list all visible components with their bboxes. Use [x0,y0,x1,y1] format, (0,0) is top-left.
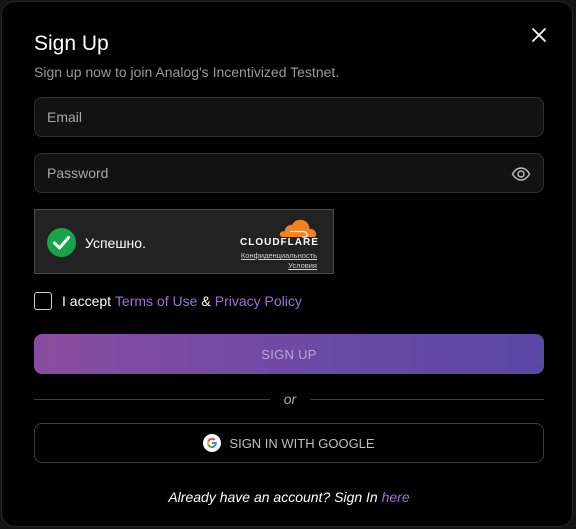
eye-icon[interactable] [511,164,531,184]
captcha-status-text: Успешно. [85,235,146,251]
terms-checkbox[interactable] [34,291,52,310]
email-field-wrapper [34,97,544,137]
terms-of-use-link[interactable]: Terms of Use [115,293,197,309]
captcha-privacy-link[interactable]: Конфиденциальность [241,251,317,260]
signin-prompt-text: Already have an account? Sign In [168,489,378,505]
privacy-policy-link[interactable]: Privacy Policy [215,293,302,309]
password-field-wrapper [34,153,544,193]
terms-ampersand: & [201,292,211,309]
cloudflare-brand: CLOUDFLARE [240,237,319,248]
modal-title: Sign Up [34,32,109,55]
captcha-terms-link[interactable]: Условия [288,261,317,270]
signin-here-link[interactable]: here [382,489,410,505]
cloudflare-captcha-widget: Успешно. CLOUDFLARE Конфиденциальность У… [34,209,334,274]
cloudflare-logo-icon [278,218,318,238]
password-input[interactable] [35,154,499,192]
google-button-label: SIGN IN WITH GOOGLE [229,435,375,451]
modal-subtitle: Sign up now to join Analog's Incentivize… [34,64,340,80]
signup-button[interactable]: SIGN UP [34,334,544,374]
email-input[interactable] [35,98,499,136]
google-icon [203,434,222,452]
google-signin-button[interactable]: SIGN IN WITH GOOGLE [34,423,544,463]
terms-prefix: I accept [62,292,112,309]
divider-line-right [310,399,544,400]
signin-prompt: Already have an account? Sign In here [2,489,576,505]
signup-modal: Sign Up Sign up now to join Analog's Inc… [1,1,573,527]
divider-line-left [34,399,270,400]
divider-or: or [283,391,297,407]
terms-row: I accept Terms of Use & Privacy Policy [34,290,302,311]
close-icon[interactable] [530,26,548,44]
checkmark-icon [47,228,76,257]
